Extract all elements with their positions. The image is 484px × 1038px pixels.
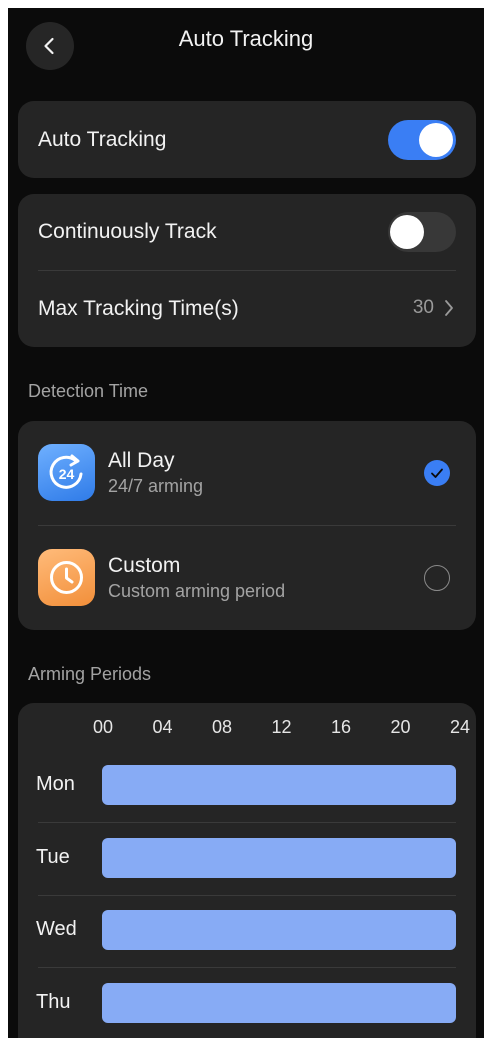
hour-label: 20 (390, 717, 411, 737)
max-tracking-time-row[interactable]: Max Tracking Time(s) (38, 271, 456, 347)
auto-tracking-toggle[interactable] (388, 120, 456, 160)
page-title: Auto Tracking (178, 26, 314, 51)
svg-text:24: 24 (59, 466, 75, 482)
hour-label: 04 (152, 717, 173, 737)
day-row: Tue (18, 824, 476, 896)
detection-time-card: 24 All Day 24/7 arming Custom Custom arm… (18, 421, 476, 630)
day-row: Thu (18, 969, 476, 1038)
hour-label: 12 (271, 717, 292, 737)
header: Auto Tracking (8, 8, 484, 72)
hour-label: 24 (449, 717, 471, 737)
arming-periods-card: 00 04 08 12 16 20 24 Mon Tue Wed Thu (18, 703, 476, 1038)
arming-bar[interactable] (102, 765, 456, 805)
arming-periods-title: Arming Periods (28, 664, 152, 684)
continuous-track-toggle[interactable] (388, 212, 456, 252)
day-row: Wed (18, 896, 476, 968)
clock-24-icon: 24 (38, 444, 95, 501)
arming-bar[interactable] (102, 910, 456, 950)
hour-label: 08 (211, 717, 233, 737)
option-subtitle: Custom arming period (108, 581, 286, 601)
arming-bar[interactable] (102, 837, 456, 878)
arming-bar[interactable] (102, 982, 456, 1023)
detection-time-title: Detection Time (28, 381, 149, 401)
continuous-track-label: Continuously Track (38, 220, 217, 243)
option-subtitle: 24/7 arming (108, 476, 204, 496)
option-custom[interactable]: Custom Custom arming period (38, 526, 456, 630)
max-tracking-time-text: 30 (412, 297, 434, 318)
clock-icon (38, 549, 95, 606)
option-all-day[interactable]: 24 All Day 24/7 arming (38, 421, 456, 525)
radio-unchecked[interactable] (424, 565, 450, 591)
auto-tracking-label: Auto Tracking (38, 127, 167, 151)
max-tracking-time-value[interactable]: 30 (413, 297, 454, 319)
checkmark-icon (431, 468, 443, 478)
radio-checked[interactable] (424, 460, 450, 486)
toggle-knob (390, 215, 424, 249)
auto-tracking-card: Auto Tracking (18, 101, 476, 178)
day-label: Mon (36, 773, 75, 795)
day-label: Thu (36, 990, 71, 1013)
option-title: Custom (108, 554, 181, 577)
day-label: Tue (36, 845, 70, 868)
tracking-settings-card: Continuously Track Max Tracking Time(s) … (18, 194, 476, 347)
day-row: Mon (18, 751, 476, 823)
screen: Auto Tracking Auto Tracking Continuously… (8, 8, 484, 1038)
max-tracking-time-label: Max Tracking Time(s) (38, 297, 239, 320)
toggle-knob (419, 123, 453, 157)
hour-label: 00 (92, 717, 114, 737)
chevron-right-icon (445, 300, 453, 316)
hour-label: 16 (330, 717, 352, 737)
day-label: Wed (36, 918, 77, 940)
option-title: All Day (108, 449, 175, 472)
